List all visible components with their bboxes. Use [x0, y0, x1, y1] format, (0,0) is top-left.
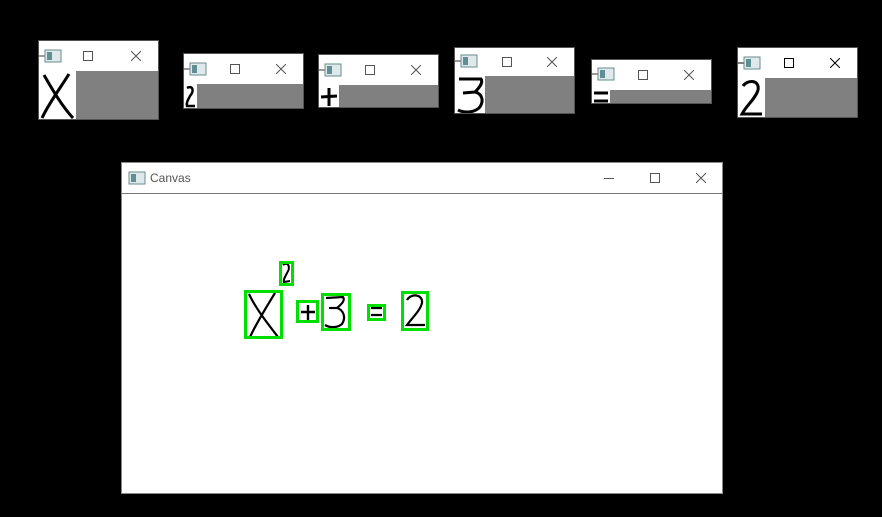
close-button[interactable]	[541, 48, 563, 76]
maximize-icon	[230, 64, 240, 74]
close-button[interactable]	[678, 60, 700, 90]
app-icon	[184, 62, 207, 76]
minimize-button[interactable]	[596, 163, 622, 193]
bounding-box-3	[321, 293, 351, 331]
app-icon	[39, 49, 62, 63]
empty-area	[610, 90, 711, 103]
symbol-window-x[interactable]	[38, 40, 159, 120]
maximize-icon	[83, 51, 93, 61]
maximize-button[interactable]	[224, 54, 246, 84]
symbol-glyph-2	[739, 80, 762, 116]
title-bar[interactable]	[39, 41, 158, 71]
title-bar[interactable]	[738, 48, 857, 78]
symbol-glyph-3	[457, 77, 484, 113]
close-icon	[131, 51, 141, 61]
maximize-button[interactable]	[496, 48, 518, 76]
close-icon	[411, 65, 421, 75]
empty-area	[197, 84, 303, 108]
close-icon	[696, 173, 706, 183]
bounding-box-plus	[296, 300, 319, 323]
close-icon	[276, 64, 286, 74]
maximize-button[interactable]	[77, 41, 99, 71]
symbol-image	[592, 90, 711, 103]
maximize-button[interactable]	[642, 163, 668, 193]
app-icon	[455, 54, 478, 68]
maximize-icon	[650, 173, 660, 183]
symbol-window-plus[interactable]	[318, 54, 439, 108]
drawing-canvas[interactable]	[122, 194, 722, 493]
maximize-icon	[638, 70, 648, 80]
title-bar[interactable]	[592, 60, 711, 90]
symbol-image	[455, 76, 574, 113]
symbol-glyph-equals	[594, 91, 608, 103]
app-icon	[319, 63, 342, 77]
close-button[interactable]	[688, 163, 714, 193]
symbol-image	[738, 78, 857, 117]
symbol-window-3[interactable]	[454, 47, 575, 114]
symbol-image	[319, 85, 438, 107]
handwriting-strokes	[248, 262, 425, 338]
maximize-button[interactable]	[359, 55, 381, 85]
maximize-button[interactable]	[778, 48, 800, 78]
symbol-image	[39, 71, 158, 119]
app-icon	[592, 67, 615, 81]
close-button[interactable]	[405, 55, 427, 85]
maximize-button[interactable]	[632, 60, 654, 90]
maximize-icon	[365, 65, 375, 75]
symbol-window-equals[interactable]	[591, 59, 712, 104]
close-button[interactable]	[270, 54, 292, 84]
empty-area	[765, 78, 857, 117]
title-bar[interactable]: Canvas	[122, 163, 722, 194]
app-icon	[738, 56, 761, 70]
close-button[interactable]	[824, 48, 846, 78]
symbol-window-2[interactable]	[737, 47, 858, 118]
maximize-icon	[784, 58, 794, 68]
symbol-window-2-small[interactable]	[183, 53, 304, 109]
title-bar[interactable]	[455, 48, 574, 78]
bounding-box-x	[244, 290, 283, 339]
app-icon	[128, 171, 146, 185]
bounding-box-2	[401, 291, 429, 331]
empty-area	[76, 71, 158, 119]
close-icon	[830, 58, 840, 68]
symbol-glyph-plus	[320, 88, 338, 106]
title-bar[interactable]	[184, 54, 303, 84]
symbol-image	[184, 84, 303, 108]
canvas-window[interactable]: Canvas	[121, 162, 723, 494]
close-button[interactable]	[125, 41, 147, 71]
symbol-glyph-2	[185, 85, 195, 108]
close-icon	[684, 70, 694, 80]
minimize-icon	[604, 178, 614, 179]
window-title: Canvas	[150, 171, 191, 185]
maximize-icon	[502, 57, 512, 67]
empty-area	[339, 85, 438, 107]
title-bar[interactable]	[319, 55, 438, 85]
close-icon	[547, 57, 557, 67]
bounding-box-equals	[367, 304, 386, 321]
bounding-box-exponent	[279, 261, 294, 286]
empty-area	[485, 76, 574, 113]
symbol-glyph-x	[40, 73, 75, 119]
